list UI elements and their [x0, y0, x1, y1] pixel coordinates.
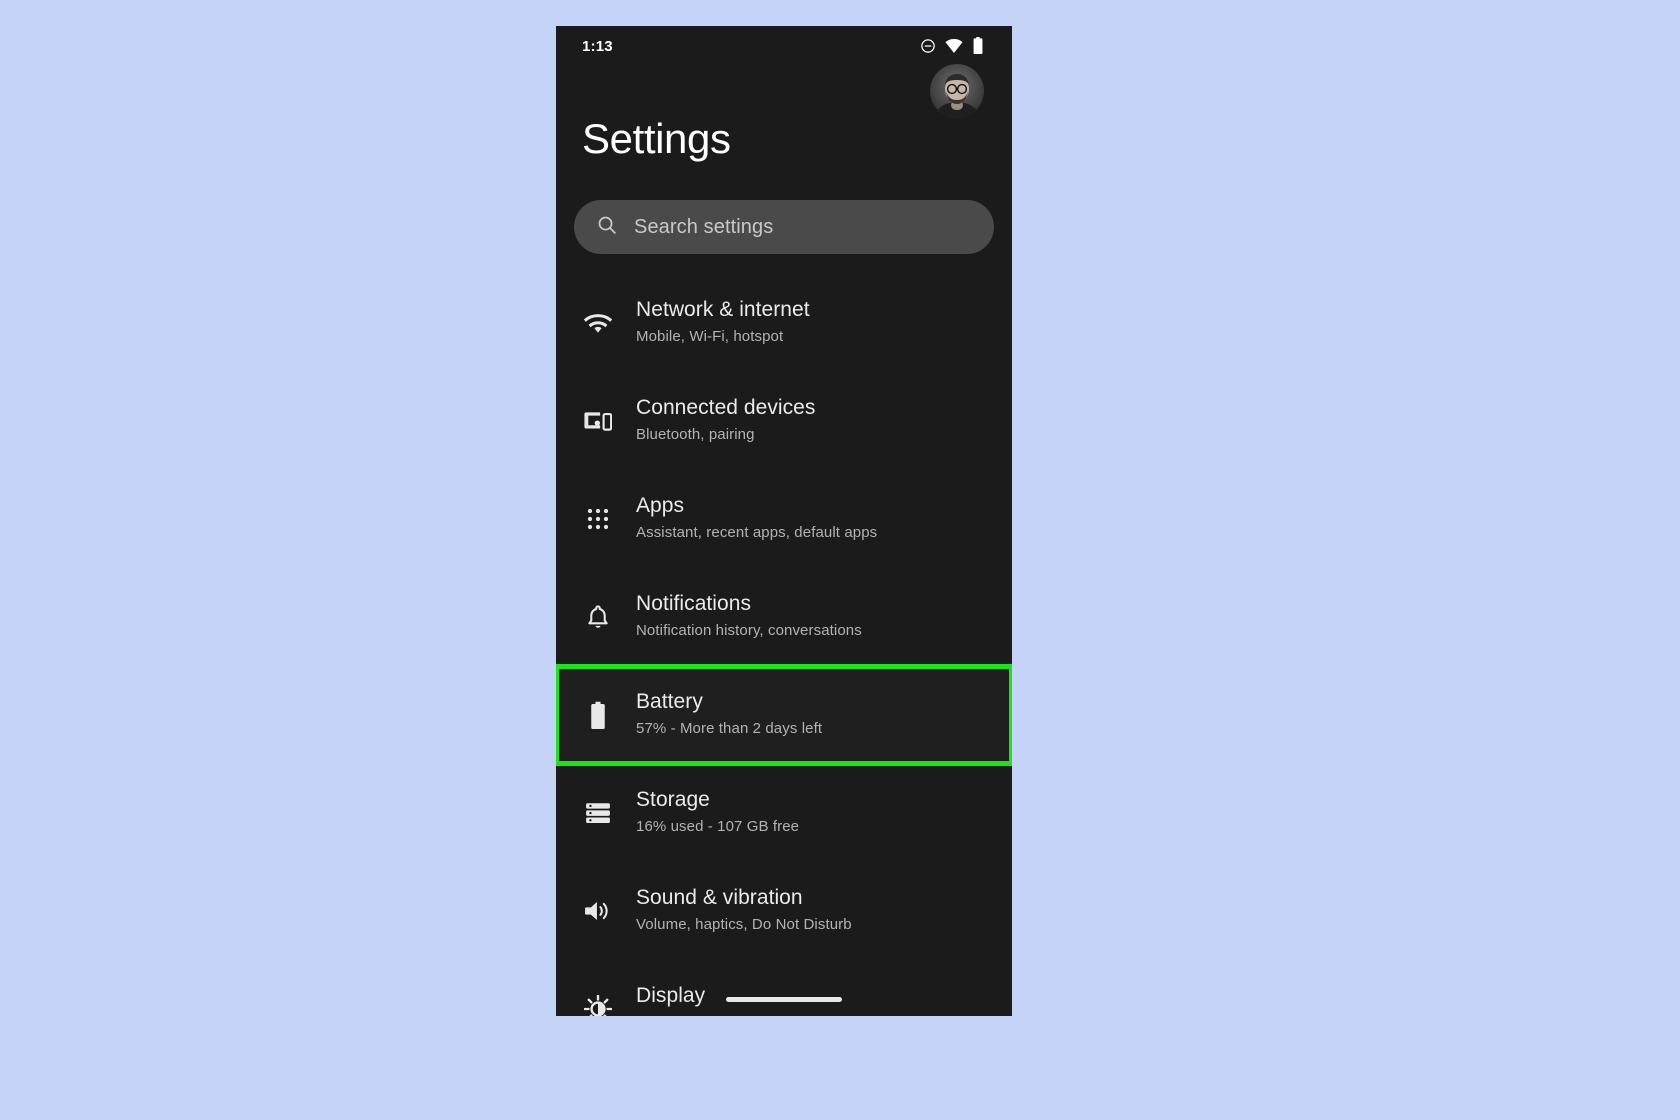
settings-item-text: Connected devices Bluetooth, pairing: [620, 372, 1012, 446]
settings-item-text: Storage 16% used - 107 GB free: [620, 764, 1012, 838]
settings-item-subtitle: Mobile, Wi-Fi, hotspot: [636, 328, 784, 345]
settings-item-connected-devices[interactable]: Connected devices Bluetooth, pairing: [556, 372, 1012, 470]
page-title: Settings: [582, 115, 731, 162]
settings-item-subtitle: Bluetooth, pairing: [636, 426, 755, 443]
battery-icon: [972, 37, 984, 59]
settings-item-notifications[interactable]: Notifications Notification history, conv…: [556, 568, 1012, 666]
settings-item-subtitle: Notification history, conversations: [636, 622, 862, 639]
wifi-icon: [945, 38, 963, 58]
settings-item-title: Display: [636, 984, 706, 1007]
settings-item-text: Battery 57% - More than 2 days left: [620, 666, 1012, 740]
search-input[interactable]: Search settings: [574, 200, 994, 254]
settings-item-text: Notifications Notification history, conv…: [620, 568, 1012, 642]
search-placeholder: Search settings: [634, 215, 774, 238]
settings-item-battery[interactable]: Battery 57% - More than 2 days left: [556, 664, 1012, 766]
settings-item-text: Sound & vibration Volume, haptics, Do No…: [620, 862, 1012, 936]
avatar[interactable]: [930, 64, 984, 118]
settings-item-subtitle: Volume, haptics, Do Not Disturb: [636, 916, 852, 933]
brightness-icon: [576, 960, 620, 1016]
bell-icon: [576, 568, 620, 666]
battery-icon: [576, 666, 620, 764]
phone-screen: 1:13 Settings Search settings Network & …: [556, 26, 1012, 1016]
settings-item-subtitle: 57% - More than 2 days left: [636, 720, 823, 737]
settings-item-apps[interactable]: Apps Assistant, recent apps, default app…: [556, 470, 1012, 568]
apps-grid-icon: [576, 470, 620, 568]
settings-item-title: Apps: [636, 494, 685, 517]
connected-devices-icon: [576, 372, 620, 470]
settings-item-subtitle: Dark theme, font size, brightness: [636, 1012, 1012, 1016]
settings-item-title: Notifications: [636, 592, 752, 615]
settings-item-title: Connected devices: [636, 396, 816, 419]
wifi-icon: [576, 274, 620, 372]
storage-icon: [576, 764, 620, 862]
settings-item-title: Storage: [636, 788, 710, 811]
speaker-icon: [576, 862, 620, 960]
settings-item-subtitle: 16% used - 107 GB free: [636, 818, 800, 835]
settings-item-text: Display Dark theme, font size, brightnes…: [620, 960, 1012, 1016]
settings-item-title: Network & internet: [636, 298, 810, 321]
home-gesture-bar[interactable]: [726, 997, 842, 1002]
settings-item-text: Apps Assistant, recent apps, default app…: [620, 470, 1012, 544]
settings-item-storage[interactable]: Storage 16% used - 107 GB free: [556, 764, 1012, 862]
search-icon: [596, 214, 618, 241]
do-not-disturb-icon: [920, 38, 936, 59]
settings-list: Network & internet Mobile, Wi-Fi, hotspo…: [556, 274, 1012, 1016]
settings-item-title: Battery: [636, 690, 703, 713]
settings-item-text: Network & internet Mobile, Wi-Fi, hotspo…: [620, 274, 1012, 348]
settings-item-title: Sound & vibration: [636, 886, 803, 909]
status-bar: 1:13: [556, 26, 1012, 72]
settings-item-display[interactable]: Display Dark theme, font size, brightnes…: [556, 960, 1012, 1016]
status-bar-clock: 1:13: [582, 38, 613, 55]
status-bar-icons: [920, 37, 984, 59]
settings-item-sound-vibration[interactable]: Sound & vibration Volume, haptics, Do No…: [556, 862, 1012, 960]
settings-item-subtitle: Assistant, recent apps, default apps: [636, 524, 878, 541]
settings-item-network-internet[interactable]: Network & internet Mobile, Wi-Fi, hotspo…: [556, 274, 1012, 372]
